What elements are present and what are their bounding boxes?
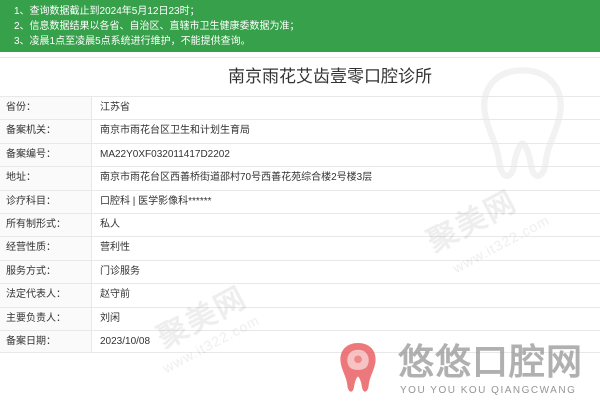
row-value: 门诊服务 (100, 265, 140, 277)
row-value: 刘闲 (100, 312, 120, 324)
logo-subtitle: YOU YOU KOU QIANGCWANG (400, 385, 577, 396)
info-row-province: 省份： 江苏省 (0, 96, 600, 120)
notice-banner: 1、查询数据截止到2024年5月12日23时； 2、信息数据结果以各省、自治区、… (0, 0, 600, 52)
row-label: 备案编号： (0, 143, 92, 167)
notice-line-2: 2、信息数据结果以各省、自治区、直辖市卫生健康委数据为准； (14, 21, 300, 32)
info-row-service-mode: 服务方式： 门诊服务 (0, 259, 600, 284)
row-value: 口腔科 | 医学影像科****** (100, 195, 212, 207)
info-row-ownership: 所有制形式： 私人 (0, 212, 600, 237)
row-label: 法定代表人： (0, 284, 92, 307)
row-value: 江苏省 (100, 102, 130, 113)
row-label: 主要负责人： (0, 307, 92, 330)
row-value: MA22Y0XF032011417D2202 (100, 148, 230, 160)
info-table: 省份： 江苏省 备案机关： 南京市雨花台区卫生和计划生育局 备案编号： MA22… (0, 96, 600, 354)
row-label: 经营性质： (0, 237, 92, 260)
row-value: 营利性 (100, 242, 130, 254)
row-label: 所有制形式： (0, 213, 92, 237)
info-row-business-nature: 经营性质： 营利性 (0, 236, 600, 260)
info-row-record-number: 备案编号： MA22Y0XF032011417D2202 (0, 142, 600, 167)
info-row-address: 地址： 南京市雨花台区西善桥街道邵村70号西善花苑综合楼2号楼3层 (0, 166, 600, 190)
notice-line-3: 3、凌晨1点至凌晨5点系统进行维护，不能提供查询。 (14, 36, 251, 47)
row-label: 省份： (0, 97, 92, 120)
logo-name: 悠悠口腔网 (398, 341, 584, 382)
row-label: 服务方式： (0, 260, 92, 284)
info-row-authority: 备案机关： 南京市雨花台区卫生和计划生育局 (0, 119, 600, 143)
info-row-legal-representative: 法定代表人： 赵守前 (0, 283, 600, 307)
row-label: 备案日期： (0, 330, 92, 353)
info-row-principal: 主要负责人： 刘闲 (0, 306, 600, 330)
row-value: 赵守前 (100, 289, 130, 301)
clinic-info-card: 南京雨花艾齿壹零口腔诊所 省份： 江苏省 备案机关： 南京市雨花台区卫生和计划生… (0, 57, 600, 354)
notice-line-1: 1、查询数据截止到2024年5月12日23时； (14, 6, 200, 17)
row-value: 私人 (100, 218, 120, 230)
row-label: 备案机关： (0, 120, 92, 143)
row-value: 南京市雨花台区西善桥街道邵村70号西善花苑综合楼2号楼3层 (100, 172, 373, 184)
tooth-icon (340, 343, 376, 392)
info-row-departments: 诊疗科目： 口腔科 | 医学影像科****** (0, 189, 600, 213)
clinic-name-title: 南京雨花艾齿壹零口腔诊所 (228, 67, 432, 86)
row-label: 地址： (0, 167, 92, 190)
row-label: 诊疗科目： (0, 190, 92, 213)
row-value: 2023/10/08 (100, 335, 151, 347)
row-value: 南京市雨花台区卫生和计划生育局 (100, 125, 250, 137)
